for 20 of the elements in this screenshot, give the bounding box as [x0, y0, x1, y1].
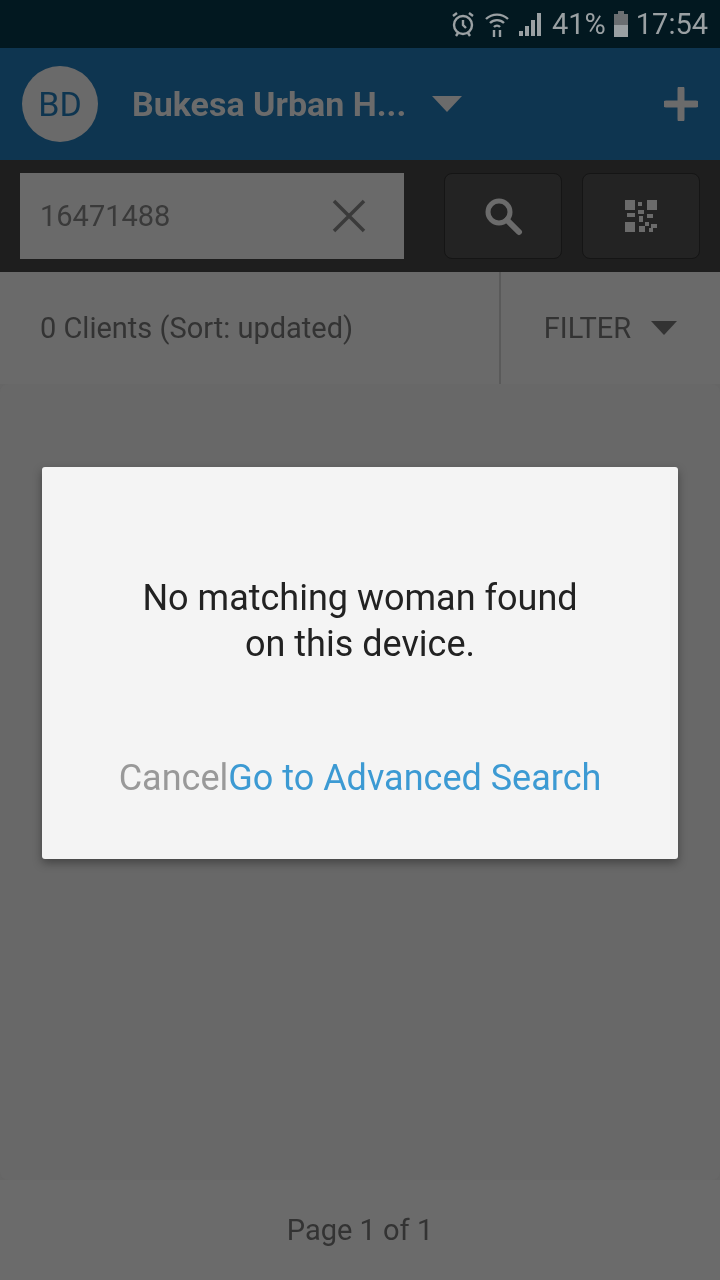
facility-title[interactable]: Bukesa Urban H...	[132, 84, 407, 124]
clock: 17:54	[635, 7, 708, 41]
battery-icon	[613, 11, 628, 37]
wifi-icon	[483, 10, 510, 38]
page-indicator: Page 1 of 1	[286, 1213, 434, 1247]
search-icon	[483, 196, 523, 236]
signal-icon	[517, 11, 544, 37]
add-icon[interactable]	[664, 87, 698, 121]
avatar[interactable]: BD	[22, 66, 98, 142]
advanced-search-button[interactable]: Go to Advanced Search	[228, 757, 602, 799]
scan-button[interactable]	[582, 173, 700, 259]
qr-code-icon	[625, 200, 657, 232]
clear-icon[interactable]	[332, 199, 366, 233]
client-count: 0 Clients (Sort: updated)	[40, 311, 354, 345]
dialog-message: No matching woman found on this device.	[141, 576, 579, 667]
cancel-button[interactable]: Cancel	[118, 757, 229, 799]
caret-icon[interactable]	[432, 96, 463, 112]
caret-icon	[651, 321, 678, 335]
search-button[interactable]	[444, 173, 562, 259]
battery-percent: 41%	[551, 7, 606, 41]
